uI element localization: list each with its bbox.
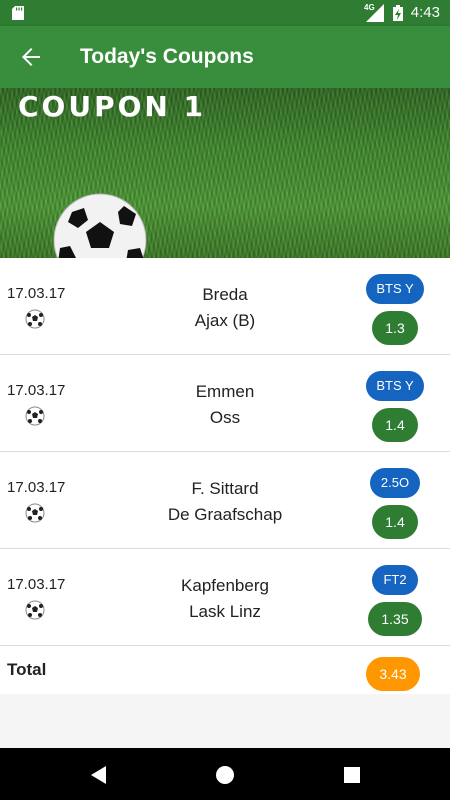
sd-card-icon (12, 6, 24, 20)
home-team: Kapfenberg (181, 576, 269, 595)
match-row[interactable]: 17.03.17 Breda Ajax (B) BTS Y 1.3 (0, 258, 450, 355)
total-row: Total 3.43 (0, 646, 450, 694)
home-team: F. Sittard (191, 479, 259, 498)
match-row[interactable]: 17.03.17 Emmen Oss BTS Y 1.4 (0, 355, 450, 452)
soccer-ball-icon (25, 309, 45, 329)
soccer-ball-icon (25, 503, 45, 523)
odd-badge: 1.4 (372, 505, 418, 539)
match-date: 17.03.17 (7, 285, 66, 302)
match-date: 17.03.17 (7, 382, 66, 399)
match-row[interactable]: 17.03.17 Kapfenberg Lask Linz FT2 1.35 (0, 549, 450, 646)
bet-type-badge: 2.5O (370, 468, 420, 498)
away-team: Ajax (B) (194, 311, 256, 330)
total-label: Total (7, 660, 47, 679)
match-date: 17.03.17 (7, 479, 66, 496)
home-team: Emmen (195, 382, 255, 401)
home-nav-icon[interactable] (214, 764, 236, 786)
match-row[interactable]: 17.03.17 F. Sittard De Graafschap 2.5O 1… (0, 452, 450, 549)
soccer-ball-icon (25, 406, 45, 426)
app-bar: Today's Coupons (0, 26, 450, 88)
recents-nav-icon[interactable] (341, 764, 363, 786)
network-type: 4G (364, 3, 375, 12)
odd-badge: 1.3 (372, 311, 418, 345)
arrow-left-icon[interactable] (20, 46, 42, 68)
battery-charging-icon (393, 5, 403, 21)
away-team: Lask Linz (189, 602, 261, 621)
coupon-label: COUPON 1 (18, 90, 207, 123)
away-team: Oss (209, 408, 241, 427)
back-nav-icon[interactable] (88, 764, 110, 786)
status-time: 4:43 (410, 4, 440, 21)
system-nav-bar (0, 748, 450, 800)
coupon-list: 17.03.17 Breda Ajax (B) BTS Y 1.3 17.03.… (0, 258, 450, 694)
soccer-ball-icon (25, 600, 45, 620)
odd-badge: 1.35 (368, 602, 422, 636)
bet-type-badge: BTS Y (366, 371, 424, 401)
bet-type-badge: BTS Y (366, 274, 424, 304)
coupon-banner: COUPON 1 (0, 88, 450, 258)
match-date: 17.03.17 (7, 576, 66, 593)
total-odd-badge: 3.43 (366, 657, 420, 691)
bet-type-badge: FT2 (372, 565, 418, 595)
page-title: Today's Coupons (80, 45, 254, 68)
home-team: Breda (202, 285, 248, 304)
away-team: De Graafschap (167, 505, 283, 524)
soccer-ball-image (53, 193, 147, 258)
status-bar: 4G 4:43 (0, 0, 450, 26)
odd-badge: 1.4 (372, 408, 418, 442)
